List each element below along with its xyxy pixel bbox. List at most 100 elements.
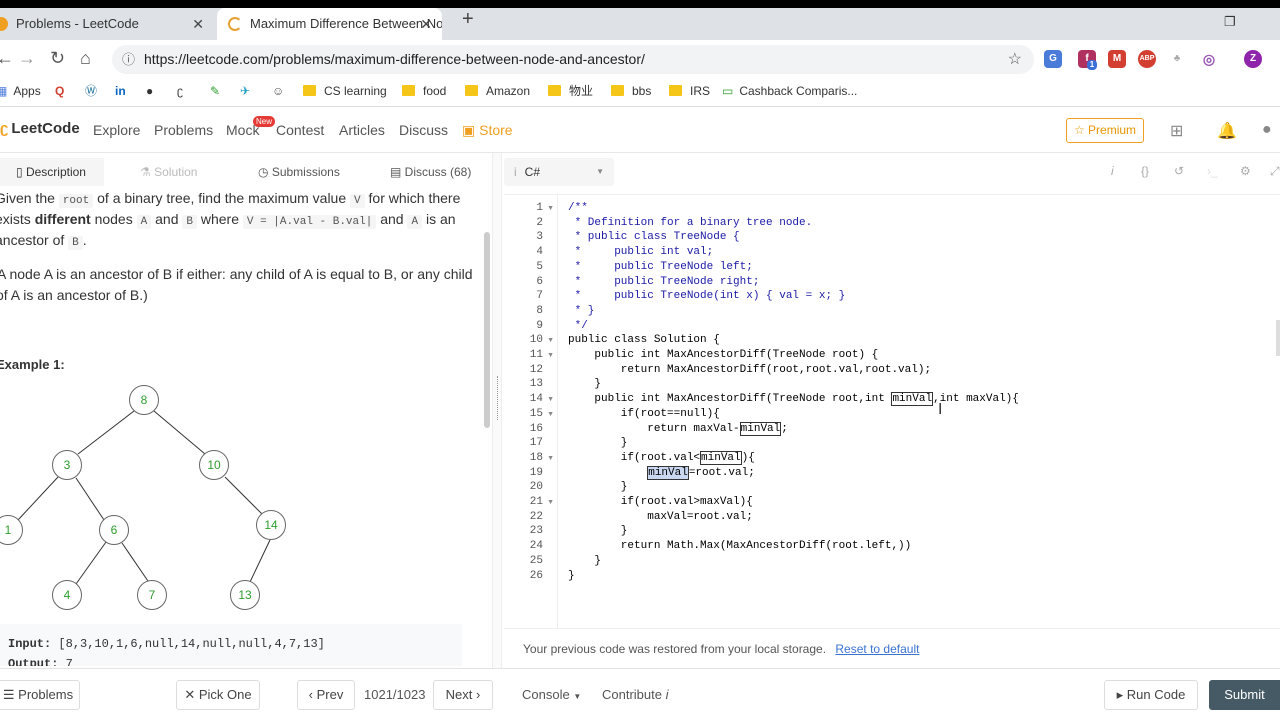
bookmark-cashback[interactable]: ▭ Cashback Comparis...	[722, 82, 857, 100]
close-tab-icon[interactable]: ✕	[420, 8, 432, 40]
nav-store[interactable]: ▣ Store	[462, 122, 513, 139]
pick-one-button[interactable]: ✕ Pick One	[176, 680, 260, 710]
code-line[interactable]: maxVal=root.val;	[568, 511, 753, 523]
console-toggle[interactable]: Console ▼	[522, 680, 581, 712]
bookmark-star-icon[interactable]: ☆	[1008, 45, 1022, 74]
code-line[interactable]: }	[568, 525, 628, 537]
bookmark-food[interactable]: food	[402, 82, 446, 100]
new-tab-icon[interactable]: +	[462, 8, 474, 31]
address-bar[interactable]: ⓘ https://leetcode.com/problems/maximum-…	[112, 45, 1034, 74]
code-line[interactable]: }	[568, 555, 601, 567]
bookmark-bird-icon[interactable]: ✈	[240, 82, 250, 100]
reload-icon[interactable]: ↻	[50, 48, 65, 69]
code-line[interactable]: return maxVal-minVal;	[568, 421, 788, 436]
code-line[interactable]: minVal=root.val;	[568, 465, 755, 480]
fold-chevron-icon[interactable]: ▼	[547, 352, 554, 359]
bookmark-wordpress-icon[interactable]: Ⓦ	[85, 82, 97, 100]
code-line[interactable]: */	[568, 320, 588, 332]
nav-explore[interactable]: Explore	[93, 122, 140, 138]
bookmark-mask-icon[interactable]: ☺	[272, 82, 284, 100]
reset-to-default-link[interactable]: Reset to default	[835, 642, 919, 656]
code-line[interactable]: public int MaxAncestorDiff(TreeNode root…	[568, 349, 878, 361]
tab-description[interactable]: ▯ Description	[0, 158, 104, 186]
user-avatar-icon[interactable]: ●	[1262, 121, 1272, 139]
code-braces-icon[interactable]: {}	[1141, 164, 1149, 178]
code-line[interactable]: if(root.val>maxVal){	[568, 496, 753, 508]
leetcode-logo[interactable]: ʗ LeetCode	[0, 120, 80, 137]
settings-gear-icon[interactable]: ⚙	[1240, 164, 1251, 178]
fold-chevron-icon[interactable]: ▼	[547, 411, 554, 418]
code-line[interactable]: if(root==null){	[568, 408, 720, 420]
bookmark-amazon[interactable]: Amazon	[465, 82, 530, 100]
nav-articles[interactable]: Articles	[339, 122, 385, 138]
editor-scrollbar[interactable]	[1276, 320, 1280, 356]
contribute-link[interactable]: Contribute i	[602, 680, 669, 710]
gmail-icon[interactable]: M	[1108, 50, 1126, 68]
bookmark-irs[interactable]: IRS	[669, 82, 710, 100]
code-line[interactable]: * public TreeNode left;	[568, 261, 753, 273]
tab-discuss[interactable]: ▤ Discuss (68)	[390, 158, 471, 186]
code-line[interactable]: }	[568, 437, 628, 449]
splitter-grip-icon[interactable]	[497, 376, 499, 420]
home-icon[interactable]: ⌂	[80, 48, 91, 69]
restore-window-icon[interactable]: ❐	[1224, 14, 1236, 30]
code-line[interactable]: public class Solution {	[568, 334, 720, 346]
tracker-icon[interactable]: ◎	[1200, 50, 1218, 68]
nav-problems[interactable]: Problems	[154, 122, 213, 138]
code-line[interactable]: * public TreeNode right;	[568, 276, 760, 288]
forward-icon[interactable]: →	[18, 48, 36, 69]
bookmark-property[interactable]: 物业	[548, 82, 593, 100]
code-line[interactable]: * public class TreeNode {	[568, 231, 740, 243]
code-line[interactable]: if(root.val<minVal){	[568, 450, 755, 465]
code-line[interactable]: }	[568, 481, 628, 493]
code-line[interactable]: * public TreeNode(int x) { val = x; }	[568, 290, 846, 302]
next-button[interactable]: Next ›	[433, 680, 493, 710]
browser-tab-active[interactable]: Maximum Difference Between No ✕	[217, 8, 442, 40]
bookmark-github-icon[interactable]: ●	[146, 82, 153, 100]
language-select[interactable]: i C# ▼	[504, 158, 614, 186]
fold-chevron-icon[interactable]: ▼	[547, 396, 554, 403]
nav-contest[interactable]: Contest	[276, 122, 324, 138]
code-line[interactable]: return Math.Max(MaxAncestorDiff(root.lef…	[568, 540, 911, 552]
back-icon[interactable]: ←	[0, 48, 14, 69]
fullscreen-icon[interactable]: ⤢	[1270, 164, 1280, 179]
fold-chevron-icon[interactable]: ▼	[547, 337, 554, 344]
description-scrollbar[interactable]	[484, 232, 490, 428]
browser-tab-problems[interactable]: Problems - LeetCode ✕	[0, 8, 214, 40]
code-line[interactable]: public int MaxAncestorDiff(TreeNode root…	[568, 392, 1019, 407]
info-icon[interactable]: i	[1111, 164, 1114, 178]
code-line[interactable]: /**	[568, 202, 588, 214]
code-line[interactable]: * Definition for a binary tree node.	[568, 217, 813, 229]
terminal-icon[interactable]: ›_	[1207, 164, 1218, 178]
bookmark-bbs[interactable]: bbs	[611, 82, 651, 100]
run-code-button[interactable]: ▸ Run Code	[1104, 680, 1198, 710]
extension-icon[interactable]: ♣	[1168, 50, 1186, 68]
tab-submissions[interactable]: ◷ Submissions	[258, 158, 340, 186]
fold-chevron-icon[interactable]: ▼	[547, 455, 554, 462]
bookmark-quora-icon[interactable]: Q	[55, 82, 64, 100]
code-line[interactable]: return MaxAncestorDiff(root,root.val,roo…	[568, 364, 931, 376]
code-line[interactable]: }	[568, 570, 575, 582]
problems-button[interactable]: ☰ Problems	[0, 680, 80, 710]
code-line[interactable]: }	[568, 378, 601, 390]
code-editor[interactable]: 1 ▼ 2 3 4 5 6 7 8 9 10 ▼ 11 ▼ 12 13 14 ▼ 15 ▼ 16 17 18 ▼ 19 20 21 ▼…	[504, 194, 1280, 628]
code-line[interactable]: * public int val;	[568, 246, 714, 258]
translate-icon[interactable]: G	[1044, 50, 1062, 68]
site-info-icon[interactable]: ⓘ	[122, 45, 135, 74]
reset-icon[interactable]: ↺	[1174, 164, 1184, 178]
tab-solution[interactable]: ⚗ Solution	[140, 158, 197, 186]
notification-bell-icon[interactable]: 🔔	[1217, 121, 1237, 141]
close-tab-icon[interactable]: ✕	[192, 8, 204, 40]
bookmark-feather-icon[interactable]: ✎	[210, 82, 220, 100]
nav-discuss[interactable]: Discuss	[399, 122, 448, 138]
bookmark-linkedin-icon[interactable]: in	[115, 82, 126, 100]
profile-avatar[interactable]: Z	[1244, 50, 1262, 68]
adblock-icon[interactable]: ABP	[1138, 50, 1156, 68]
prev-button[interactable]: ‹ Prev	[297, 680, 355, 710]
bookmark-cs-learning[interactable]: CS learning	[303, 82, 387, 100]
bookmark-apps[interactable]: ▦ Apps	[0, 82, 41, 100]
premium-button[interactable]: ☆ Premium	[1066, 118, 1144, 143]
playground-icon[interactable]: ⊞	[1170, 121, 1183, 141]
fold-chevron-icon[interactable]: ▼	[547, 499, 554, 506]
code-line[interactable]: * }	[568, 305, 595, 317]
